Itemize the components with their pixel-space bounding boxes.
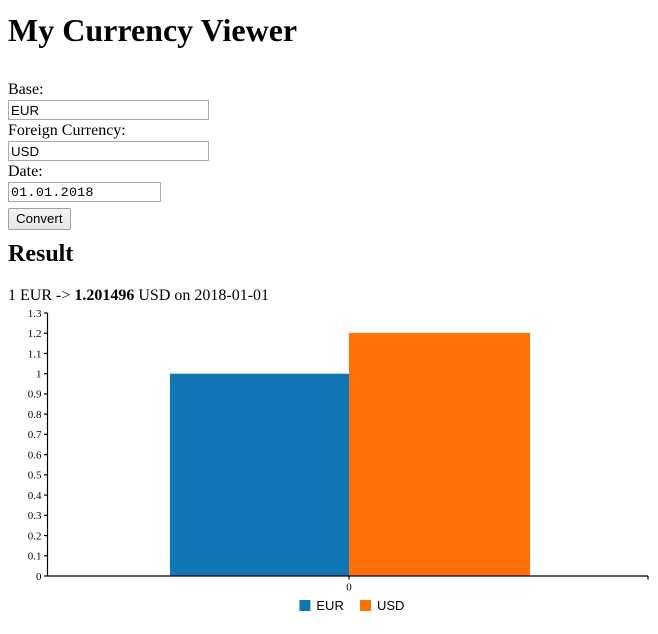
date-label: Date: [8,163,43,180]
x-axis-tick-label: 0 [346,582,352,594]
legend-swatch-eur [299,600,311,611]
foreign-currency-label: Foreign Currency: [8,122,126,139]
legend-label-eur: EUR [316,598,343,613]
foreign-currency-input[interactable] [8,141,209,161]
y-axis-tick-label: 0.9 [28,389,42,401]
currency-bar-chart: 0 0.1 0.2 0.3 0.4 0.5 0.6 0.7 0.8 0.9 1 1.1 1.2 1.3 0 E… [0,300,658,634]
y-axis-tick-label: 1.2 [28,328,42,340]
base-currency-label: Base: [8,81,44,98]
result-heading: Result [8,241,74,267]
y-axis-tick-label: 0.2 [28,530,42,542]
y-axis-tick-label: 1.3 [28,308,42,320]
legend-swatch-usd [360,600,371,611]
convert-button[interactable]: Convert [8,208,71,230]
y-axis-tick-label: 0.1 [28,551,42,563]
y-axis-tick-label: 1 [36,368,42,380]
y-axis-tick-label: 0.8 [28,409,42,421]
y-axis-tick-label: 0.3 [28,510,42,522]
date-input[interactable] [8,182,161,202]
legend-label-usd: USD [377,598,404,613]
y-axis-tick-label: 1.1 [28,348,42,360]
page-title: My Currency Viewer [8,12,298,48]
y-axis-tick-label: 0.5 [28,470,42,482]
y-axis-tick-label: 0.4 [28,490,42,502]
conversion-form: Base: Foreign Currency: Date: Convert [8,81,408,230]
base-currency-input[interactable] [8,100,209,120]
y-axis-tick-label: 0.7 [28,429,42,441]
bar-usd [349,332,530,576]
chart-canvas: 00.10.20.30.40.50.60.70.80.911.11.21.30E… [28,308,649,613]
y-axis-tick-label: 0.6 [28,449,42,461]
y-axis-tick-label: 0 [36,571,42,583]
bar-eur [170,373,349,576]
